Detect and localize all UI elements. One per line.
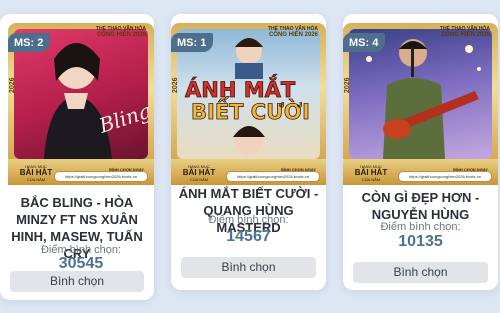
year-label: 2026 xyxy=(9,77,16,93)
nominee-card: ÁNH MẮT BIẾT CƯỜI MS: 1 THỂ THAO VĂN HÓA… xyxy=(171,14,326,290)
ms-badge: MS: 2 xyxy=(8,33,51,52)
song-title: CÒN GÌ ĐẸP HƠN - NGUYỄN HÙNG xyxy=(361,190,480,222)
year-label: 2026 xyxy=(344,77,351,93)
svg-text:Bling: Bling xyxy=(95,98,148,138)
award-tail: CỦA NĂM xyxy=(26,177,46,182)
score-value: 14567 xyxy=(226,228,271,245)
nominee-poster[interactable]: Bling MS: 2 THỂ THAO VĂN HÓA CỐNG HIẾN 2… xyxy=(8,23,154,185)
award-tail: CỦA NĂM xyxy=(189,177,209,182)
nominee-poster[interactable]: ÁNH MẮT BIẾT CƯỜI MS: 1 THỂ THAO VĂN HÓA… xyxy=(171,23,326,185)
vote-button[interactable]: Bình chọn xyxy=(10,271,144,292)
ms-badge: MS: 1 xyxy=(171,33,214,52)
brand-logo: THỂ THAO VĂN HÓA CỐNG HIẾN 2026 xyxy=(440,26,490,38)
award-category: HẠNG MỤC BÀI HÁT CỦA NĂM xyxy=(16,164,56,182)
brand-subtitle: CỐNG HIẾN 2026 xyxy=(440,32,490,38)
vote-url: https://giaithuongconghien2026.bvote.vn xyxy=(54,171,148,182)
award-category: HẠNG MỤC BÀI HÁT CỦA NĂM xyxy=(179,164,219,182)
poster-footer: HẠNG MỤC BÀI HÁT CỦA NĂM BÌNH CHỌN NGAY … xyxy=(171,159,326,185)
brand-logo: THỂ THAO VĂN HÓA CỐNG HIẾN 2026 xyxy=(96,26,146,38)
poster-text-line1: ÁNH MẮT xyxy=(185,74,296,102)
vote-button[interactable]: Bình chọn xyxy=(181,257,316,278)
year-label: 2026 xyxy=(172,77,179,93)
score-label: Điểm bình chọn: xyxy=(380,221,461,233)
brand-logo: THỂ THAO VĂN HÓA CỐNG HIẾN 2026 xyxy=(268,26,318,38)
award-category: HẠNG MỤC BÀI HÁT CỦA NĂM xyxy=(351,164,391,182)
nominee-card: MS: 4 THỂ THAO VĂN HÓA CỐNG HIẾN 2026 20… xyxy=(343,14,498,290)
poster-footer: HẠNG MỤC BÀI HÁT CỦA NĂM BÌNH CHỌN NGAY … xyxy=(8,159,154,185)
nominee-poster[interactable]: MS: 4 THỂ THAO VĂN HÓA CỐNG HIẾN 2026 20… xyxy=(343,23,498,185)
poster-text-line2: BIẾT CƯỜI xyxy=(191,96,310,124)
brand-subtitle: CỐNG HIẾN 2026 xyxy=(268,32,318,38)
nominee-card: Bling MS: 2 THỂ THAO VĂN HÓA CỐNG HIẾN 2… xyxy=(0,14,154,300)
vote-button[interactable]: Bình chọn xyxy=(353,262,488,283)
ms-badge: MS: 4 xyxy=(343,33,386,52)
award-big: BÀI HÁT xyxy=(182,168,216,177)
poster-footer: HẠNG MỤC BÀI HÁT CỦA NĂM BÌNH CHỌN NGAY … xyxy=(343,159,498,185)
award-tail: CỦA NĂM xyxy=(361,177,381,182)
score-label: Điểm bình chọn: xyxy=(208,214,289,226)
award-big: BÀI HÁT xyxy=(19,168,53,177)
vote-url: https://giaithuongconghien2026.bvote.vn xyxy=(398,171,492,182)
vote-url: https://giaithuongconghien2026.bvote.vn xyxy=(226,171,320,182)
award-big: BÀI HÁT xyxy=(354,168,388,177)
score-value: 10135 xyxy=(398,233,443,250)
brand-subtitle: CỐNG HIẾN 2026 xyxy=(96,32,146,38)
